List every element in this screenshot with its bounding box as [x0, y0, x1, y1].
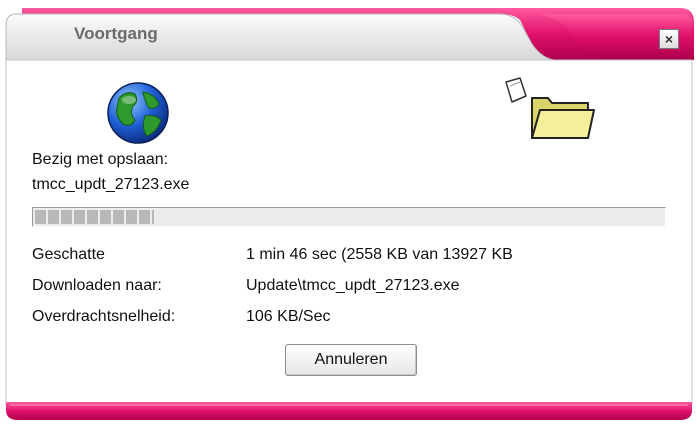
close-icon: ×	[664, 31, 674, 47]
folder-icon	[505, 77, 595, 139]
download-to-value: Update\tmcc_updt_27123.exe	[246, 277, 460, 294]
progress-bar	[32, 207, 666, 227]
cancel-button[interactable]: Annuleren	[285, 344, 417, 376]
close-button[interactable]: ×	[659, 29, 679, 49]
rate-value: 106 KB/Sec	[246, 308, 331, 325]
filename-label: tmcc_updt_27123.exe	[32, 176, 190, 193]
cancel-button-label: Annuleren	[314, 351, 388, 368]
rate-label: Overdrachtsnelheid:	[32, 308, 176, 325]
window-title: Voortgang	[74, 24, 158, 43]
globe-icon	[107, 82, 169, 144]
estimated-value: 1 min 46 sec (2558 KB van 13927 KB	[246, 246, 513, 263]
progress-fill	[35, 210, 154, 224]
status-line: Bezig met opslaan:	[32, 151, 169, 168]
estimated-label: Geschatte	[32, 246, 105, 263]
progress-dialog: Voortgang × Bezig met opslaan: tmcc_updt…	[0, 0, 697, 431]
download-to-label: Downloaden naar:	[32, 277, 162, 294]
